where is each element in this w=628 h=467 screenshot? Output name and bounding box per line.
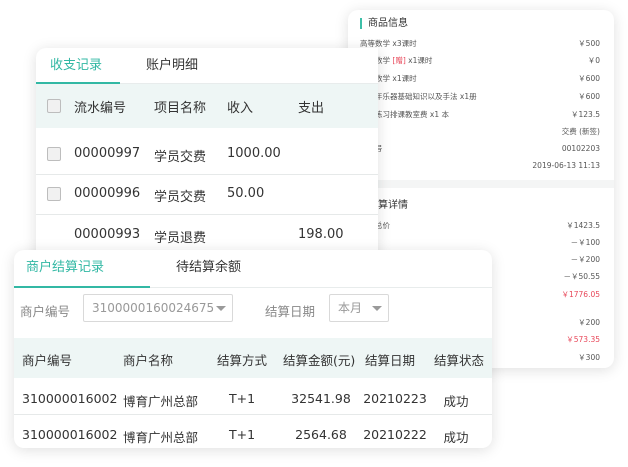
- goods-row: 高等数学 x1课时 ￥600: [360, 73, 600, 85]
- extra-value: ￥300: [578, 353, 600, 362]
- goods-value: ￥123.5: [571, 110, 600, 119]
- row-settle-status: 成功: [443, 394, 469, 409]
- date-row: 日期 2019-06-13 11:13: [360, 160, 600, 172]
- gift-tag: [赠]: [392, 56, 406, 65]
- row-checkbox[interactable]: [47, 187, 61, 201]
- merchant-id-select[interactable]: 3100000160024675: [83, 294, 233, 322]
- row-merchant-name: 博育广州总部: [123, 394, 199, 409]
- tab-income-expense[interactable]: 收支记录: [50, 48, 102, 84]
- extra-value: ￥573.35: [566, 335, 600, 344]
- row-settle-amount: 2564.68: [295, 427, 347, 442]
- settlement-card: 商户结算记录 待结算余额 商户编号 3100000160024675 结算日期 …: [14, 250, 492, 448]
- row-expense: 198.00: [298, 227, 344, 242]
- status-row: 状态 交费 (新签): [360, 126, 600, 138]
- row-income: 1000.00: [227, 146, 281, 161]
- select-all-checkbox[interactable]: [47, 99, 61, 113]
- row-merchant-name: 博育广州总部: [123, 430, 199, 445]
- col-income: 收入: [227, 101, 254, 116]
- col-settle-date: 结算日期: [365, 353, 416, 368]
- row-settle-amount: 32541.98: [291, 391, 351, 406]
- col-settle-method: 结算方式: [217, 353, 268, 368]
- row-settle-date: 20210222: [363, 427, 427, 442]
- settle-row: 减免 －￥100: [360, 237, 600, 249]
- col-settle-amount: 结算金额(元): [283, 353, 356, 368]
- row-merchant-id: 310000016002: [22, 391, 118, 406]
- records-table-header: 流水编号 项目名称 收入 支出: [36, 84, 378, 128]
- row-divider: [36, 214, 378, 215]
- tab-pending-balance[interactable]: 待结算余额: [176, 250, 241, 288]
- tab-merchant-settlement[interactable]: 商户结算记录: [26, 250, 104, 288]
- settle-value: －￥100: [570, 238, 600, 247]
- goods-value: ￥500: [578, 39, 600, 48]
- goods-row: 高等数学 [赠] x1课时 ￥0: [360, 55, 600, 67]
- tab-account-detail[interactable]: 账户明细: [146, 48, 198, 84]
- doc-number-value: 00102203: [561, 144, 600, 153]
- doc-number-row: 单据号 00102203: [360, 143, 600, 155]
- goods-row: 高等数学 x3课时 ￥500: [360, 38, 600, 50]
- settle-total-value: ￥1776.05: [561, 290, 600, 299]
- goods-value: ￥0: [587, 56, 600, 65]
- settle-value: ￥1423.5: [566, 221, 600, 230]
- row-item: 学员退费: [154, 231, 207, 246]
- extra-value: ￥200: [578, 318, 600, 327]
- settle-date-value: 本月: [338, 301, 363, 315]
- row-serial: 00000993: [74, 227, 141, 242]
- goods-value: ￥600: [578, 74, 600, 83]
- row-serial: 00000996: [74, 186, 141, 201]
- col-item: 项目名称: [154, 101, 207, 116]
- col-settle-status: 结算状态: [434, 353, 485, 368]
- goods-section-title: 商品信息: [360, 18, 408, 29]
- settle-value: －￥200: [570, 255, 600, 264]
- settle-date-label: 结算日期: [265, 304, 316, 319]
- row-divider: [36, 174, 378, 175]
- settlement-tabs: 商户结算记录 待结算余额: [14, 250, 492, 288]
- col-expense: 支出: [298, 101, 325, 116]
- date-value: 2019-06-13 11:13: [532, 161, 600, 170]
- row-settle-status: 成功: [443, 430, 469, 445]
- section-divider: [348, 180, 614, 188]
- chevron-down-icon: [372, 306, 382, 311]
- row-settle-method: T+1: [228, 391, 256, 406]
- settle-row: 商品总价 ￥1423.5: [360, 220, 600, 232]
- row-checkbox[interactable]: [47, 147, 61, 161]
- row-item: 学员交费: [154, 190, 207, 205]
- row-merchant-id: 310000016002: [22, 427, 118, 442]
- active-tab-indicator: [14, 286, 150, 288]
- merchant-id-value: 3100000160024675: [92, 301, 215, 315]
- records-card: 收支记录 账户明细 流水编号 项目名称 收入 支出 00000997 学员交费 …: [36, 48, 378, 270]
- row-serial: 00000997: [74, 146, 141, 161]
- row-income: 50.00: [227, 186, 265, 201]
- col-merchant-id: 商户编号: [22, 353, 73, 368]
- settle-value: －￥50.55: [563, 272, 600, 281]
- row-settle-date: 20210223: [363, 391, 427, 406]
- settle-date-select[interactable]: 本月: [329, 294, 389, 322]
- goods-value: ￥600: [578, 92, 600, 101]
- goods-row: 钢琴练习排课教室费 x1 本 ￥123.5: [360, 109, 600, 121]
- settlement-table-header: 商户编号 商户名称 结算方式 结算金额(元) 结算日期 结算状态: [14, 338, 492, 378]
- row-settle-method: T+1: [228, 427, 256, 442]
- col-merchant-name: 商户名称: [123, 353, 174, 368]
- merchant-id-label: 商户编号: [20, 304, 71, 319]
- row-item: 学员交费: [154, 150, 207, 165]
- chevron-down-icon: [216, 306, 226, 311]
- records-tabs: 收支记录 账户明细: [36, 48, 378, 84]
- goods-row: 青少年乐器基础知识以及手法 x1册 ￥600: [360, 91, 600, 103]
- row-divider: [14, 414, 492, 415]
- col-serial: 流水编号: [74, 101, 127, 116]
- status-value: 交费 (新签): [561, 127, 600, 136]
